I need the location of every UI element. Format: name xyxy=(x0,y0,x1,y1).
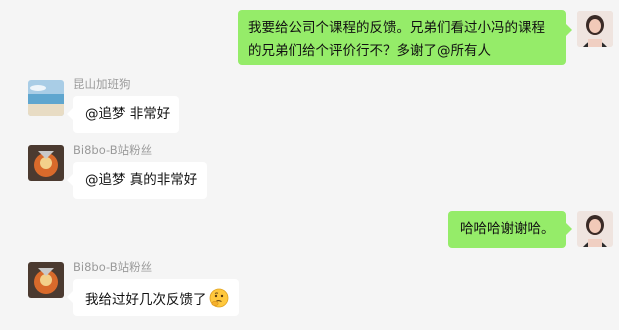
message-bubble[interactable]: 我给过好几次反馈了 xyxy=(73,279,239,316)
beach-photo-avatar-icon xyxy=(28,80,64,116)
sender-name: 昆山加班狗 xyxy=(73,77,131,91)
message-text-line: 我给过好几次反馈了 xyxy=(85,288,229,314)
thinking-face-emoji-icon xyxy=(209,288,229,314)
message-bubble[interactable]: @追梦 真的非常好 xyxy=(73,162,207,199)
sender-name: Bi8bo-B站粉丝 xyxy=(73,260,153,274)
sender-avatar[interactable] xyxy=(28,262,64,298)
message-bubble[interactable]: @追梦 非常好 xyxy=(73,96,179,133)
ultraman-avatar-icon xyxy=(28,262,64,298)
sender-name: Bi8bo-B站粉丝 xyxy=(73,143,153,157)
sender-avatar[interactable] xyxy=(28,145,64,181)
user-avatar[interactable] xyxy=(577,211,613,247)
message-text-line: 哈哈哈谢谢哈。 xyxy=(460,221,555,237)
message-text-line: 我要给公司个课程的反馈。兄弟们看过小冯的课程 xyxy=(248,20,545,36)
woman-photo-avatar-icon xyxy=(577,11,613,47)
message-text-line: 的兄弟们给个评价行不？多谢了@所有人 xyxy=(248,43,491,59)
user-avatar[interactable] xyxy=(577,11,613,47)
sender-avatar[interactable] xyxy=(28,80,64,116)
message-text: 我给过好几次反馈了 xyxy=(85,292,207,308)
message-bubble[interactable]: 哈哈哈谢谢哈。 xyxy=(448,211,566,248)
message-bubble[interactable]: 我要给公司个课程的反馈。兄弟们看过小冯的课程 的兄弟们给个评价行不？多谢了@所有… xyxy=(238,10,566,65)
ultraman-avatar-icon xyxy=(28,145,64,181)
woman-photo-avatar-icon xyxy=(577,211,613,247)
message-text-line: @追梦 非常好 xyxy=(85,106,171,122)
message-text-line: @追梦 真的非常好 xyxy=(85,172,198,188)
